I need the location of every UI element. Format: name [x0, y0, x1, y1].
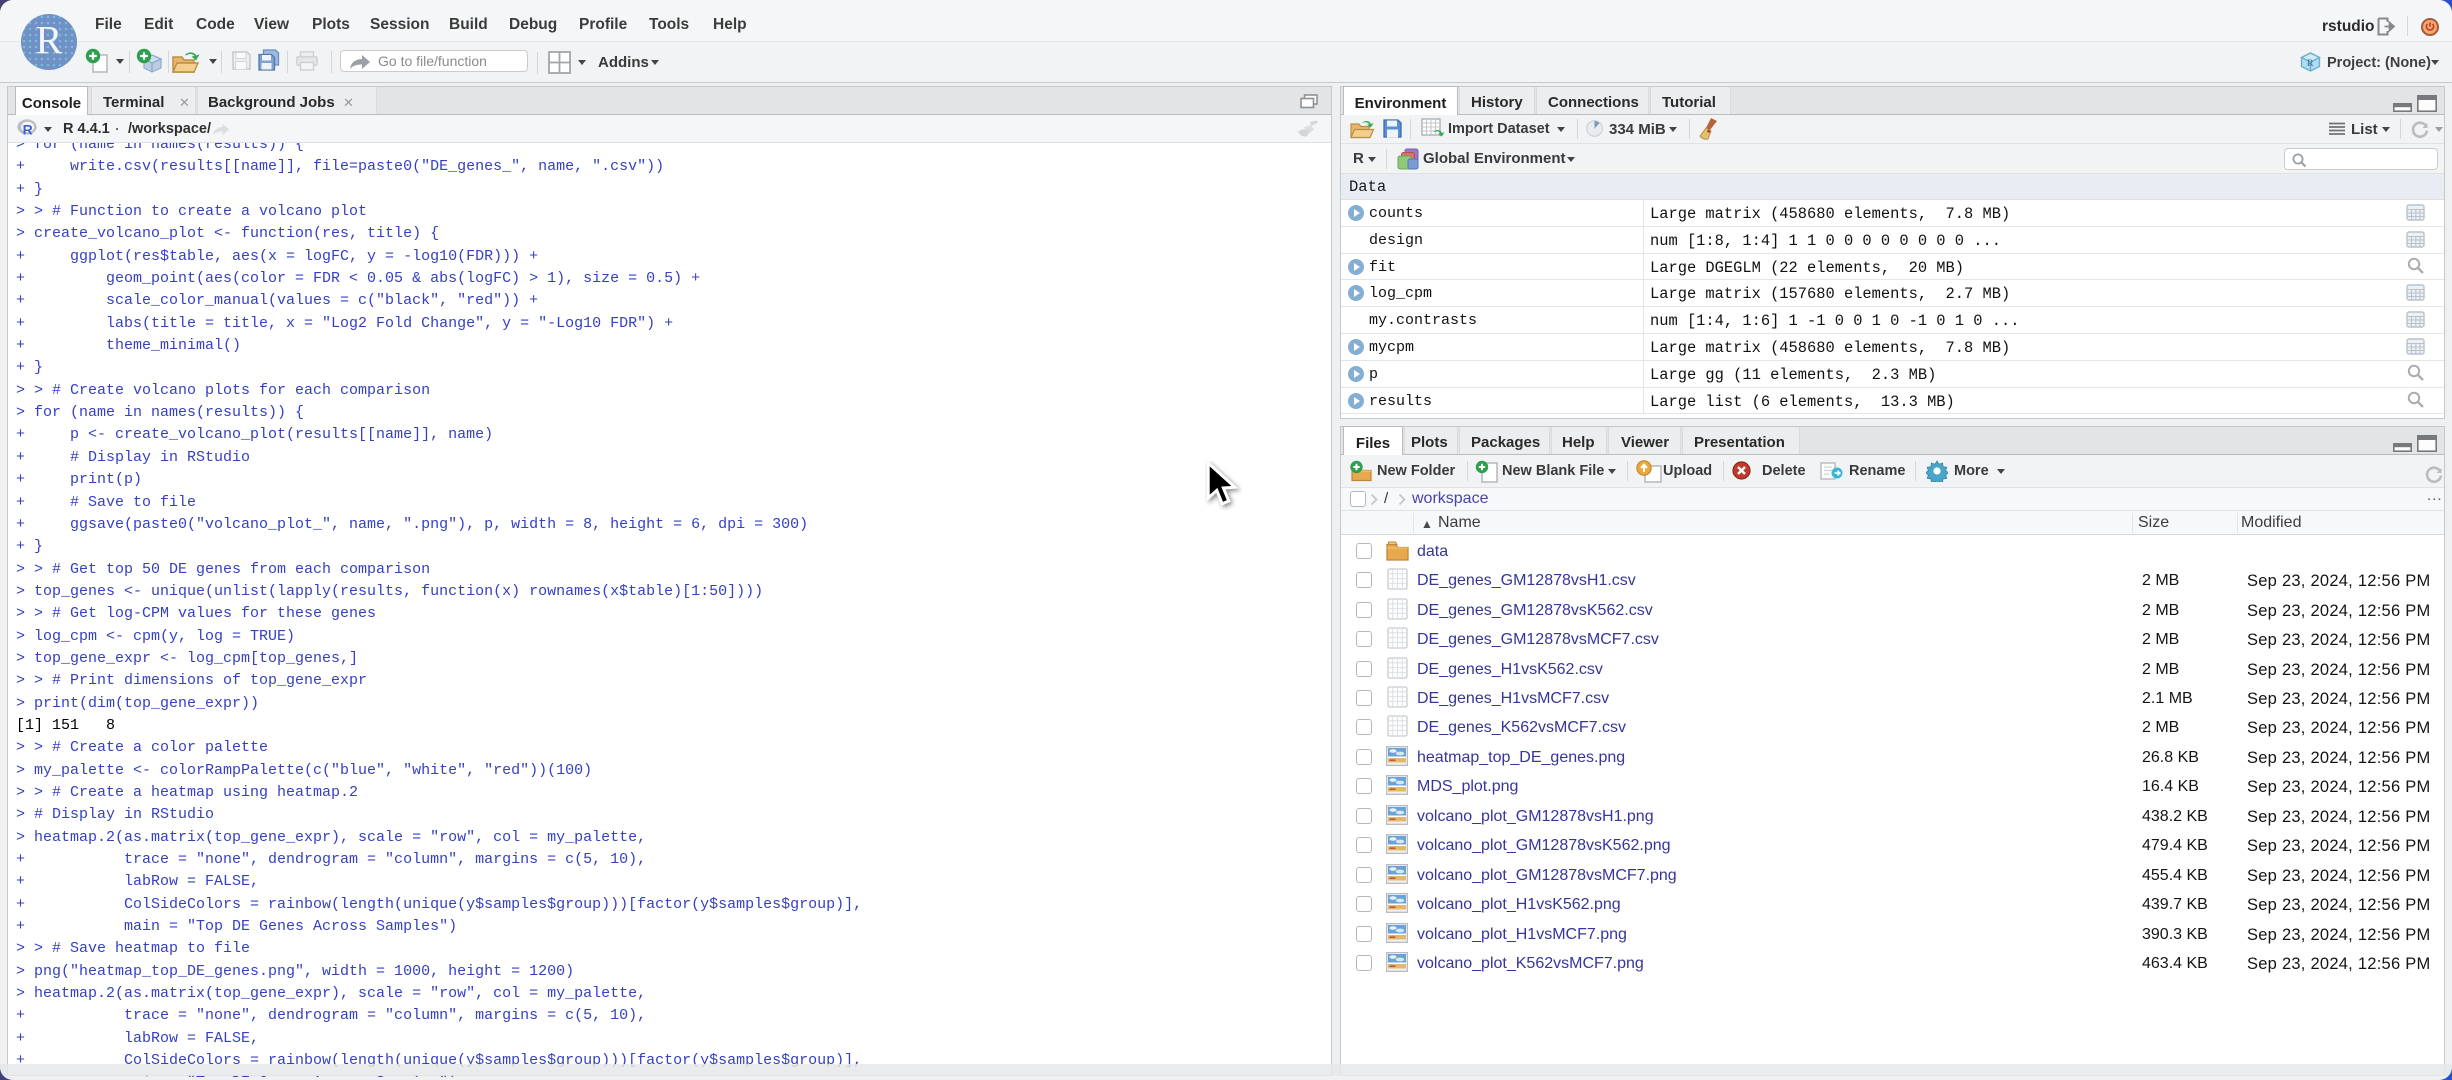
svg-text:R: R: [2307, 58, 2314, 68]
svg-text:R: R: [23, 122, 33, 138]
